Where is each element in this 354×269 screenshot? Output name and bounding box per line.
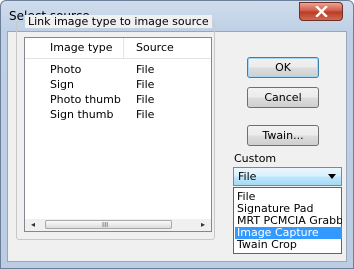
custom-source-select[interactable]: File xyxy=(233,167,342,186)
row-image-type: Sign xyxy=(50,78,74,91)
row-image-type: Sign thumb xyxy=(50,108,114,121)
row-source: File xyxy=(136,78,155,91)
cancel-button[interactable]: Cancel xyxy=(247,87,319,108)
option-mrt-pcmcia-grabber[interactable]: MRT PCMCIA Grabber xyxy=(235,215,342,227)
twain-button[interactable]: Twain... xyxy=(247,125,319,146)
list-row[interactable]: Photo thumb File xyxy=(25,93,211,108)
list-row[interactable]: Sign File xyxy=(25,78,211,93)
group-label: Link image type to image source xyxy=(25,15,212,28)
ok-button[interactable]: OK xyxy=(247,57,319,78)
image-type-list[interactable]: Image type Source Photo File Sign File P… xyxy=(24,37,212,232)
list-row[interactable]: Photo File xyxy=(25,63,211,78)
scroll-left-arrow-icon[interactable]: ◂ xyxy=(27,219,39,231)
option-twain-crop[interactable]: Twain Crop xyxy=(235,239,342,251)
scroll-right-arrow-icon[interactable]: ▸ xyxy=(197,219,209,231)
dropdown-arrow-icon xyxy=(328,174,336,179)
scroll-thumb[interactable]: III xyxy=(45,220,172,229)
custom-label: Custom xyxy=(234,152,277,165)
grip-icon: III xyxy=(102,221,109,229)
row-image-type: Photo xyxy=(50,63,82,76)
column-header-image-type[interactable]: Image type xyxy=(50,41,113,54)
select-value: File xyxy=(238,170,257,183)
close-button[interactable] xyxy=(299,2,343,21)
close-x-icon xyxy=(315,6,328,17)
option-image-capture[interactable]: Image Capture xyxy=(235,227,342,239)
option-signature-pad[interactable]: Signature Pad xyxy=(235,203,342,215)
horizontal-scrollbar[interactable]: ◂ III ▸ xyxy=(25,219,211,231)
row-source: File xyxy=(136,93,155,106)
list-row[interactable]: Sign thumb File xyxy=(25,108,211,123)
option-file[interactable]: File xyxy=(235,191,342,203)
row-source: File xyxy=(136,63,155,76)
header-divider[interactable] xyxy=(123,38,124,58)
custom-source-dropdown: File Signature Pad MRT PCMCIA Grabber Im… xyxy=(233,187,342,254)
row-image-type: Photo thumb xyxy=(50,93,121,106)
column-header-source[interactable]: Source xyxy=(136,41,174,54)
row-source: File xyxy=(136,108,155,121)
list-header: Image type Source xyxy=(25,38,211,59)
